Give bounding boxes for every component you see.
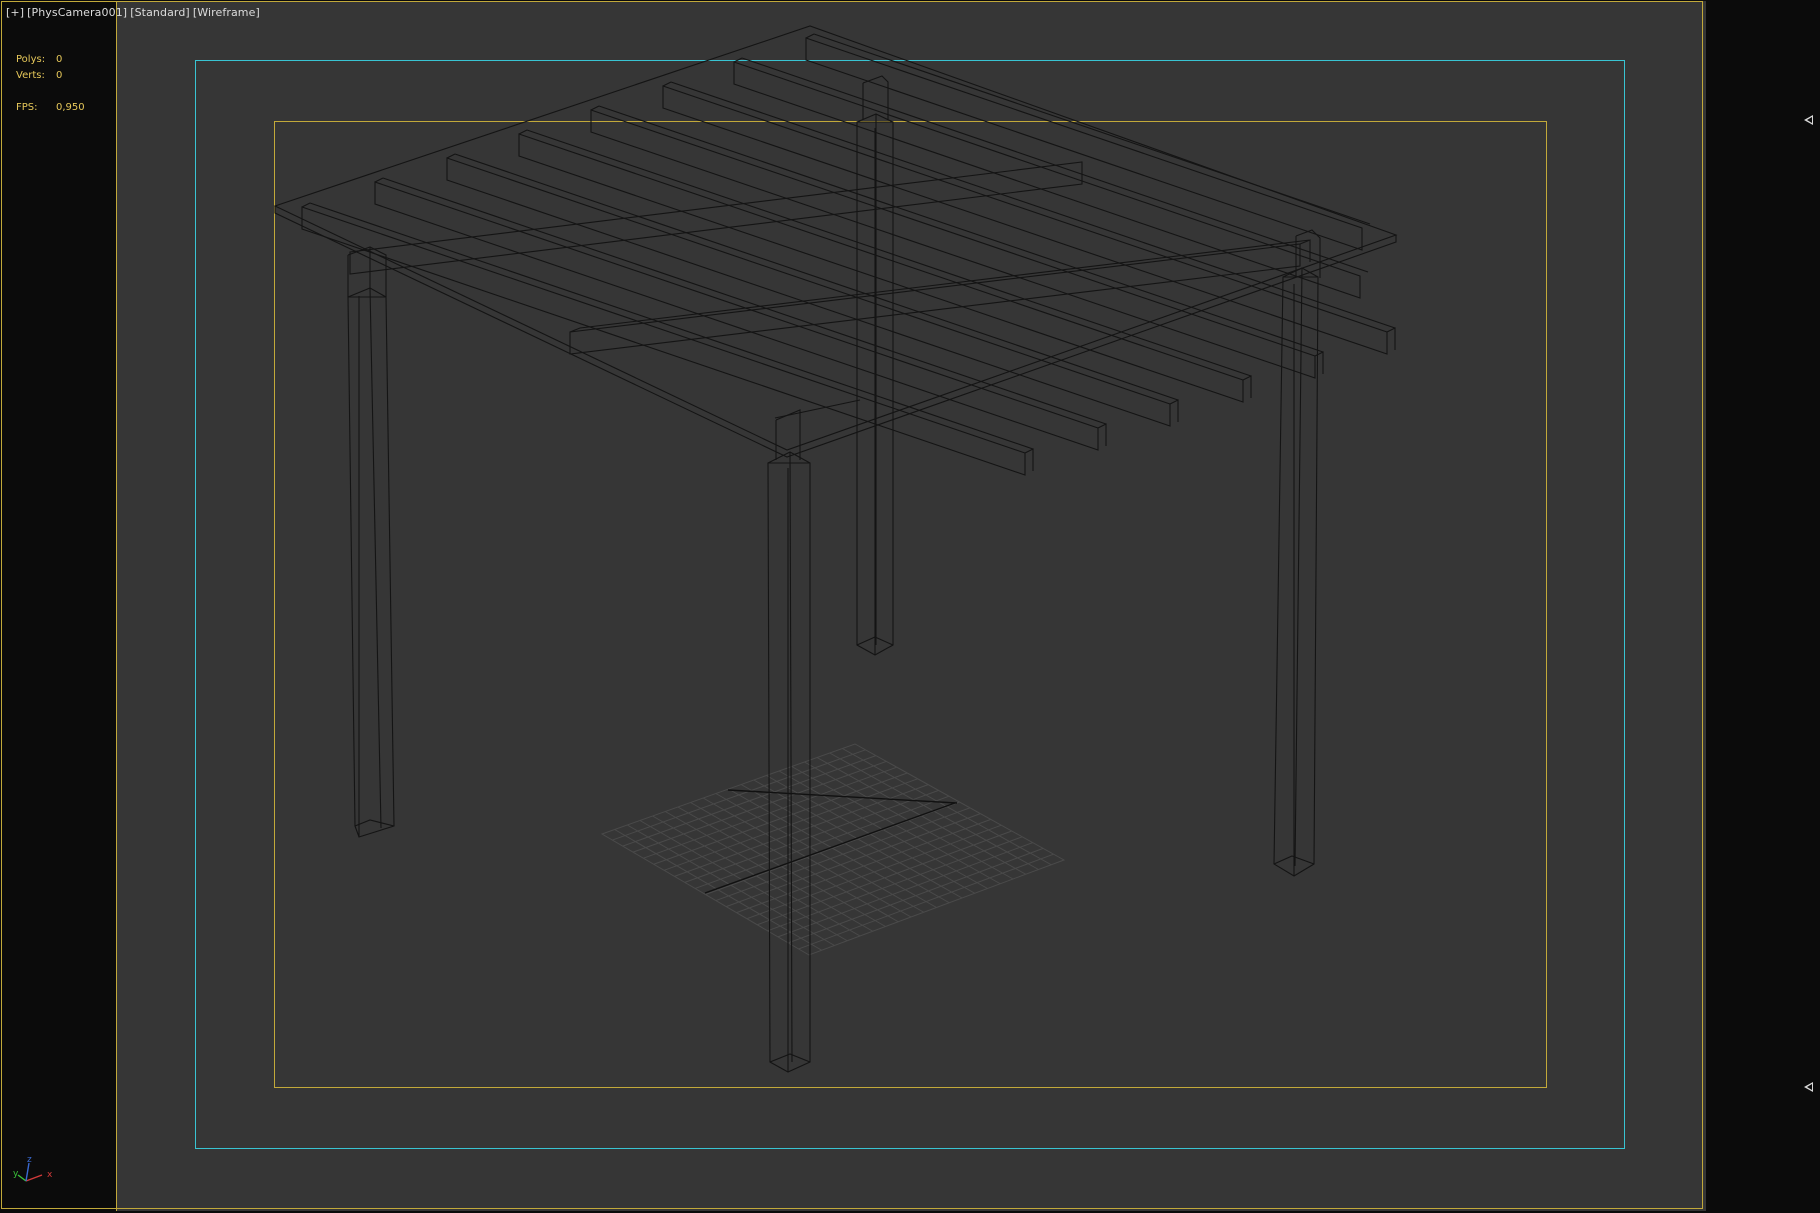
perspective-viewport[interactable]: [+] [PhysCamera001] [Standard] [Wireframe] … <box>0 0 1820 1213</box>
collapse-arrow-top-icon[interactable] <box>1804 115 1813 125</box>
viewport-display-mode-menu[interactable]: [Wireframe] <box>193 6 260 19</box>
stat-fps: FPS: 0,950 <box>16 102 85 118</box>
axis-x-label: x <box>47 1170 53 1180</box>
post-front-left <box>347 246 395 838</box>
stat-polys-label: Polys: <box>16 54 46 65</box>
stat-verts-label: Verts: <box>16 70 45 81</box>
viewport-general-menu[interactable]: [+] <box>6 6 24 19</box>
grid-line <box>777 842 1033 938</box>
home-grid <box>600 743 1066 956</box>
grid-line <box>788 847 1044 944</box>
axis-z-label: z <box>27 1155 32 1165</box>
grid-lines <box>612 748 1054 951</box>
stat-polys: Polys: 0 <box>16 54 85 70</box>
grid-line <box>798 853 1054 950</box>
stat-verts-value: 0 <box>56 70 63 81</box>
post-right <box>1273 229 1321 877</box>
viewport-label-menu[interactable]: [+] [PhysCamera001] [Standard] [Wireframe] <box>6 6 263 19</box>
viewport-shading-preset-menu[interactable]: [Standard] <box>130 6 190 19</box>
grid-outline <box>600 743 1066 956</box>
stat-polys-value: 0 <box>56 54 63 65</box>
axis-tripod-icon: x y z <box>13 1155 53 1182</box>
viewport-statistics: Polys: 0 Verts: 0 FPS: 0,950 <box>16 54 85 118</box>
collapse-arrow-bottom-icon[interactable] <box>1804 1082 1813 1092</box>
axis-y-label: y <box>13 1169 19 1179</box>
stat-fps-value: 0,950 <box>56 102 85 113</box>
roof-beams <box>301 33 1396 476</box>
post-front-center <box>767 409 811 1073</box>
wireframe-scene[interactable] <box>0 0 1820 1213</box>
stat-fps-label: FPS: <box>16 102 38 113</box>
stat-verts: Verts: 0 <box>16 70 85 86</box>
viewport-camera-menu[interactable]: [PhysCamera001] <box>27 6 127 19</box>
